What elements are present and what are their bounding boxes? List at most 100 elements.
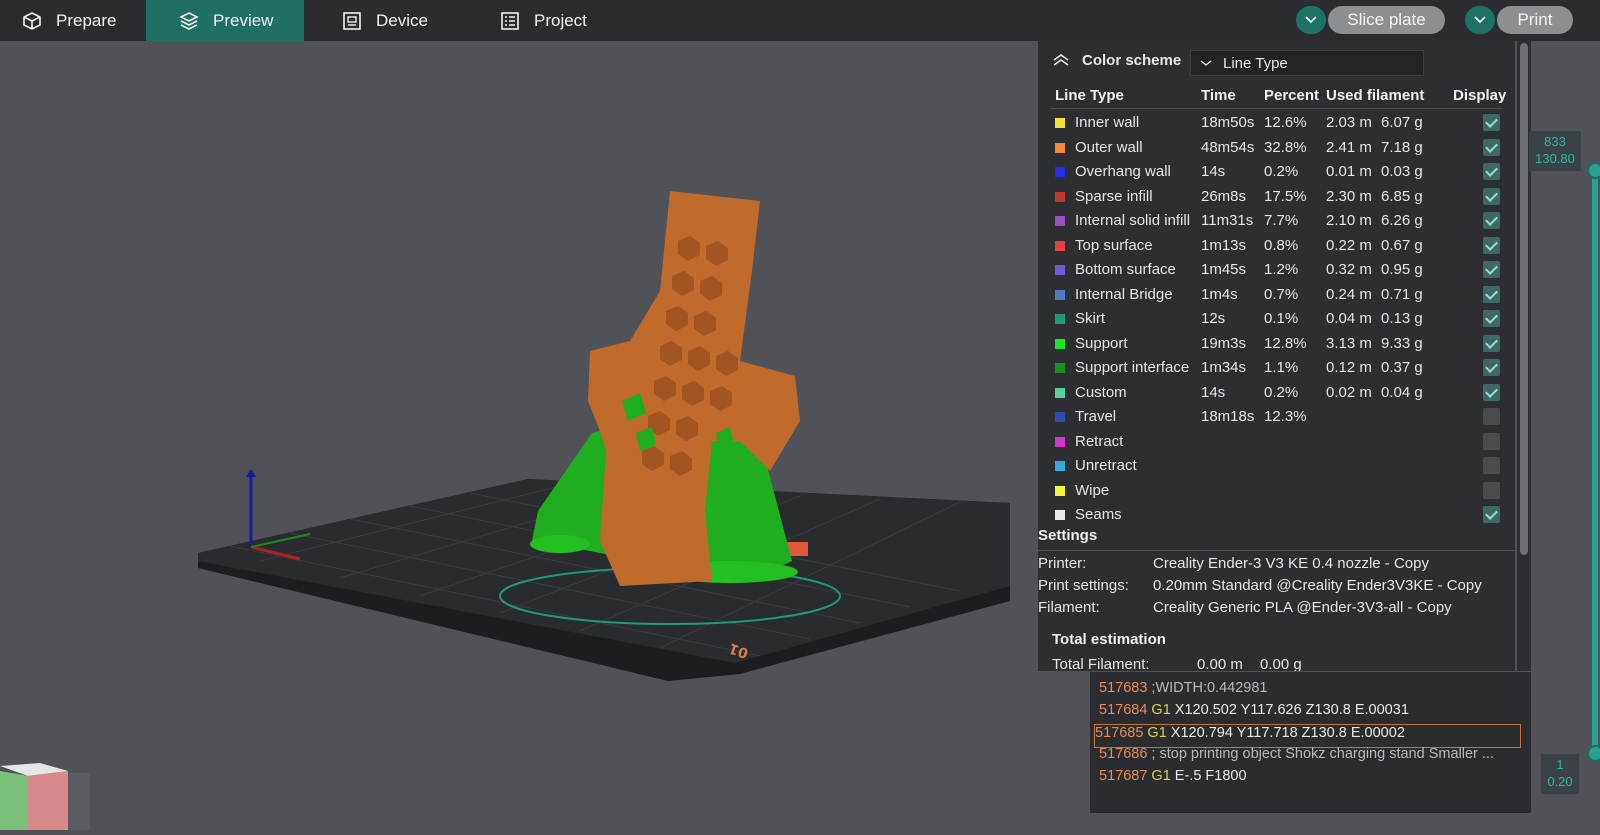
view-cube[interactable]: [0, 763, 90, 833]
percent-value: 0.2%: [1264, 383, 1299, 401]
line-type-name: Support interface: [1075, 359, 1190, 376]
scrollbar-thumb[interactable]: [1520, 43, 1528, 555]
legend-panel: Color scheme Line Type Line Type Time Pe…: [1038, 41, 1515, 671]
filament-weight: 6.26 g: [1381, 212, 1423, 229]
tab-project[interactable]: Project: [500, 0, 650, 41]
tab-preview[interactable]: Preview: [146, 0, 304, 41]
percent-value: 0.7%: [1264, 285, 1299, 303]
time-value: 1m13s: [1201, 236, 1247, 254]
gcode-line-number: 517684: [1099, 702, 1148, 718]
color-swatch: [1055, 191, 1065, 202]
filament-weight: 9.33 g: [1381, 334, 1423, 352]
color-swatch: [1055, 142, 1065, 153]
chevron-up-icon[interactable]: [1052, 53, 1070, 67]
tab-prepare[interactable]: Prepare: [0, 0, 146, 41]
color-swatch: [1055, 216, 1065, 226]
color-scheme-select[interactable]: Line Type: [1190, 50, 1424, 76]
display-checkbox[interactable]: [1483, 261, 1500, 278]
filament-length: 0.22 m: [1326, 236, 1372, 254]
filament-length: 0.02 m: [1326, 383, 1372, 401]
settings-title: Settings: [1038, 527, 1098, 544]
color-swatch: [1055, 363, 1065, 373]
gcode-line[interactable]: 517685 G1 X120.794 Y117.718 Z130.8 E.000…: [1094, 724, 1521, 748]
percent-value: 32.8%: [1264, 138, 1307, 156]
time-value: 1m4s: [1201, 285, 1238, 303]
display-checkbox[interactable]: [1483, 138, 1500, 156]
filament-label: Filament:: [1038, 599, 1100, 616]
gcode-line[interactable]: 517686 ; stop printing object Shokz char…: [1099, 746, 1494, 768]
display-checkbox[interactable]: [1483, 506, 1500, 523]
tab-label: Device: [376, 10, 428, 30]
time-value: 18m50s: [1201, 114, 1255, 131]
bottom-layer-handle[interactable]: [1587, 745, 1600, 762]
display-checkbox[interactable]: [1483, 114, 1500, 131]
tab-device[interactable]: Device: [342, 0, 492, 41]
time-value: 26m8s: [1201, 187, 1247, 205]
gcode-text: X120.794 Y117.718 Z130.8 E.00002: [1170, 725, 1405, 741]
print-button[interactable]: Print: [1497, 6, 1573, 34]
display-checkbox[interactable]: [1483, 285, 1500, 303]
slice-plate-button[interactable]: Slice plate: [1328, 6, 1445, 34]
monitor-icon: [343, 11, 361, 30]
gcode-line[interactable]: 517687 G1 E-.5 F1800: [1099, 768, 1247, 790]
legend-row: Support 19m3s 12.8% 3.13 m 9.33 g: [1038, 332, 1515, 356]
top-layer-number: 833: [1544, 134, 1566, 149]
top-layer-label: 833 130.80: [1529, 131, 1581, 171]
display-checkbox[interactable]: [1483, 187, 1500, 205]
filament-value: Creality Generic PLA @Ender-3V3-all - Co…: [1153, 599, 1452, 616]
tab-label: Project: [534, 10, 587, 30]
display-checkbox[interactable]: [1483, 236, 1500, 254]
line-type-name: Sparse infill: [1075, 187, 1153, 205]
display-checkbox[interactable]: [1483, 383, 1500, 401]
legend-row: Travel 18m18s 12.3%: [1038, 405, 1515, 429]
time-value: 48m54s: [1201, 138, 1255, 156]
gcode-text: ; stop printing object Shokz charging st…: [1151, 746, 1494, 762]
gcode-line-number: 517687: [1099, 768, 1148, 784]
display-checkbox[interactable]: [1483, 481, 1500, 499]
total-estimation-title: Total estimation: [1052, 631, 1166, 648]
gcode-command: G1: [1147, 725, 1167, 741]
gcode-line[interactable]: 517684 G1 X120.502 Y117.626 Z130.8 E.000…: [1099, 702, 1409, 724]
gcode-line[interactable]: 517683 ;WIDTH:0.442981: [1099, 680, 1267, 702]
display-checkbox[interactable]: [1483, 310, 1500, 327]
color-swatch: [1055, 314, 1065, 324]
layer-slider[interactable]: [1592, 168, 1598, 753]
legend-row: Retract: [1038, 430, 1515, 454]
top-toolbar: Prepare Preview Device Project Slice pla…: [0, 0, 1600, 41]
color-swatch: [1055, 510, 1065, 520]
chevron-down-icon: [1474, 16, 1486, 24]
display-checkbox[interactable]: [1483, 359, 1500, 376]
legend-row: Sparse infill 26m8s 17.5% 2.30 m 6.85 g: [1038, 185, 1515, 209]
display-checkbox[interactable]: [1483, 432, 1500, 450]
time-value: 18m18s: [1201, 408, 1255, 425]
filament-weight: 0.13 g: [1381, 310, 1423, 327]
gcode-viewer[interactable]: 517683 ;WIDTH:0.442981 517684 G1 X120.502…: [1090, 672, 1531, 813]
line-type-name: Outer wall: [1075, 138, 1143, 156]
display-checkbox[interactable]: [1483, 408, 1500, 425]
line-type-name: Retract: [1075, 432, 1124, 450]
print-dropdown-button[interactable]: [1465, 6, 1495, 34]
gcode-command: G1: [1151, 702, 1171, 718]
legend-row: Unretract: [1038, 454, 1515, 478]
top-layer-handle[interactable]: [1587, 162, 1600, 179]
color-swatch: [1055, 387, 1065, 398]
display-checkbox[interactable]: [1483, 212, 1500, 229]
percent-value: 1.2%: [1264, 261, 1299, 278]
bottom-layer-height: 0.20: [1547, 774, 1573, 789]
header-time: Time: [1201, 87, 1236, 104]
printer-label: Printer:: [1038, 555, 1087, 572]
display-checkbox[interactable]: [1483, 334, 1500, 352]
filament-length: 0.12 m: [1326, 359, 1372, 376]
header-used-filament: Used filament: [1326, 87, 1425, 104]
filament-length: 2.41 m: [1326, 138, 1372, 156]
total-filament-length: 0.00 m: [1197, 656, 1243, 671]
display-checkbox[interactable]: [1483, 163, 1500, 180]
bottom-layer-label: 1 0.20: [1541, 754, 1579, 794]
header-display: Display: [1453, 87, 1507, 104]
color-swatch: [1055, 265, 1065, 275]
time-value: 1m34s: [1201, 359, 1247, 376]
slice-dropdown-button[interactable]: [1296, 6, 1326, 34]
printer-value: Creality Ender-3 V3 KE 0.4 nozzle - Copy: [1153, 555, 1429, 572]
time-value: 14s: [1201, 383, 1226, 401]
display-checkbox[interactable]: [1483, 457, 1500, 474]
